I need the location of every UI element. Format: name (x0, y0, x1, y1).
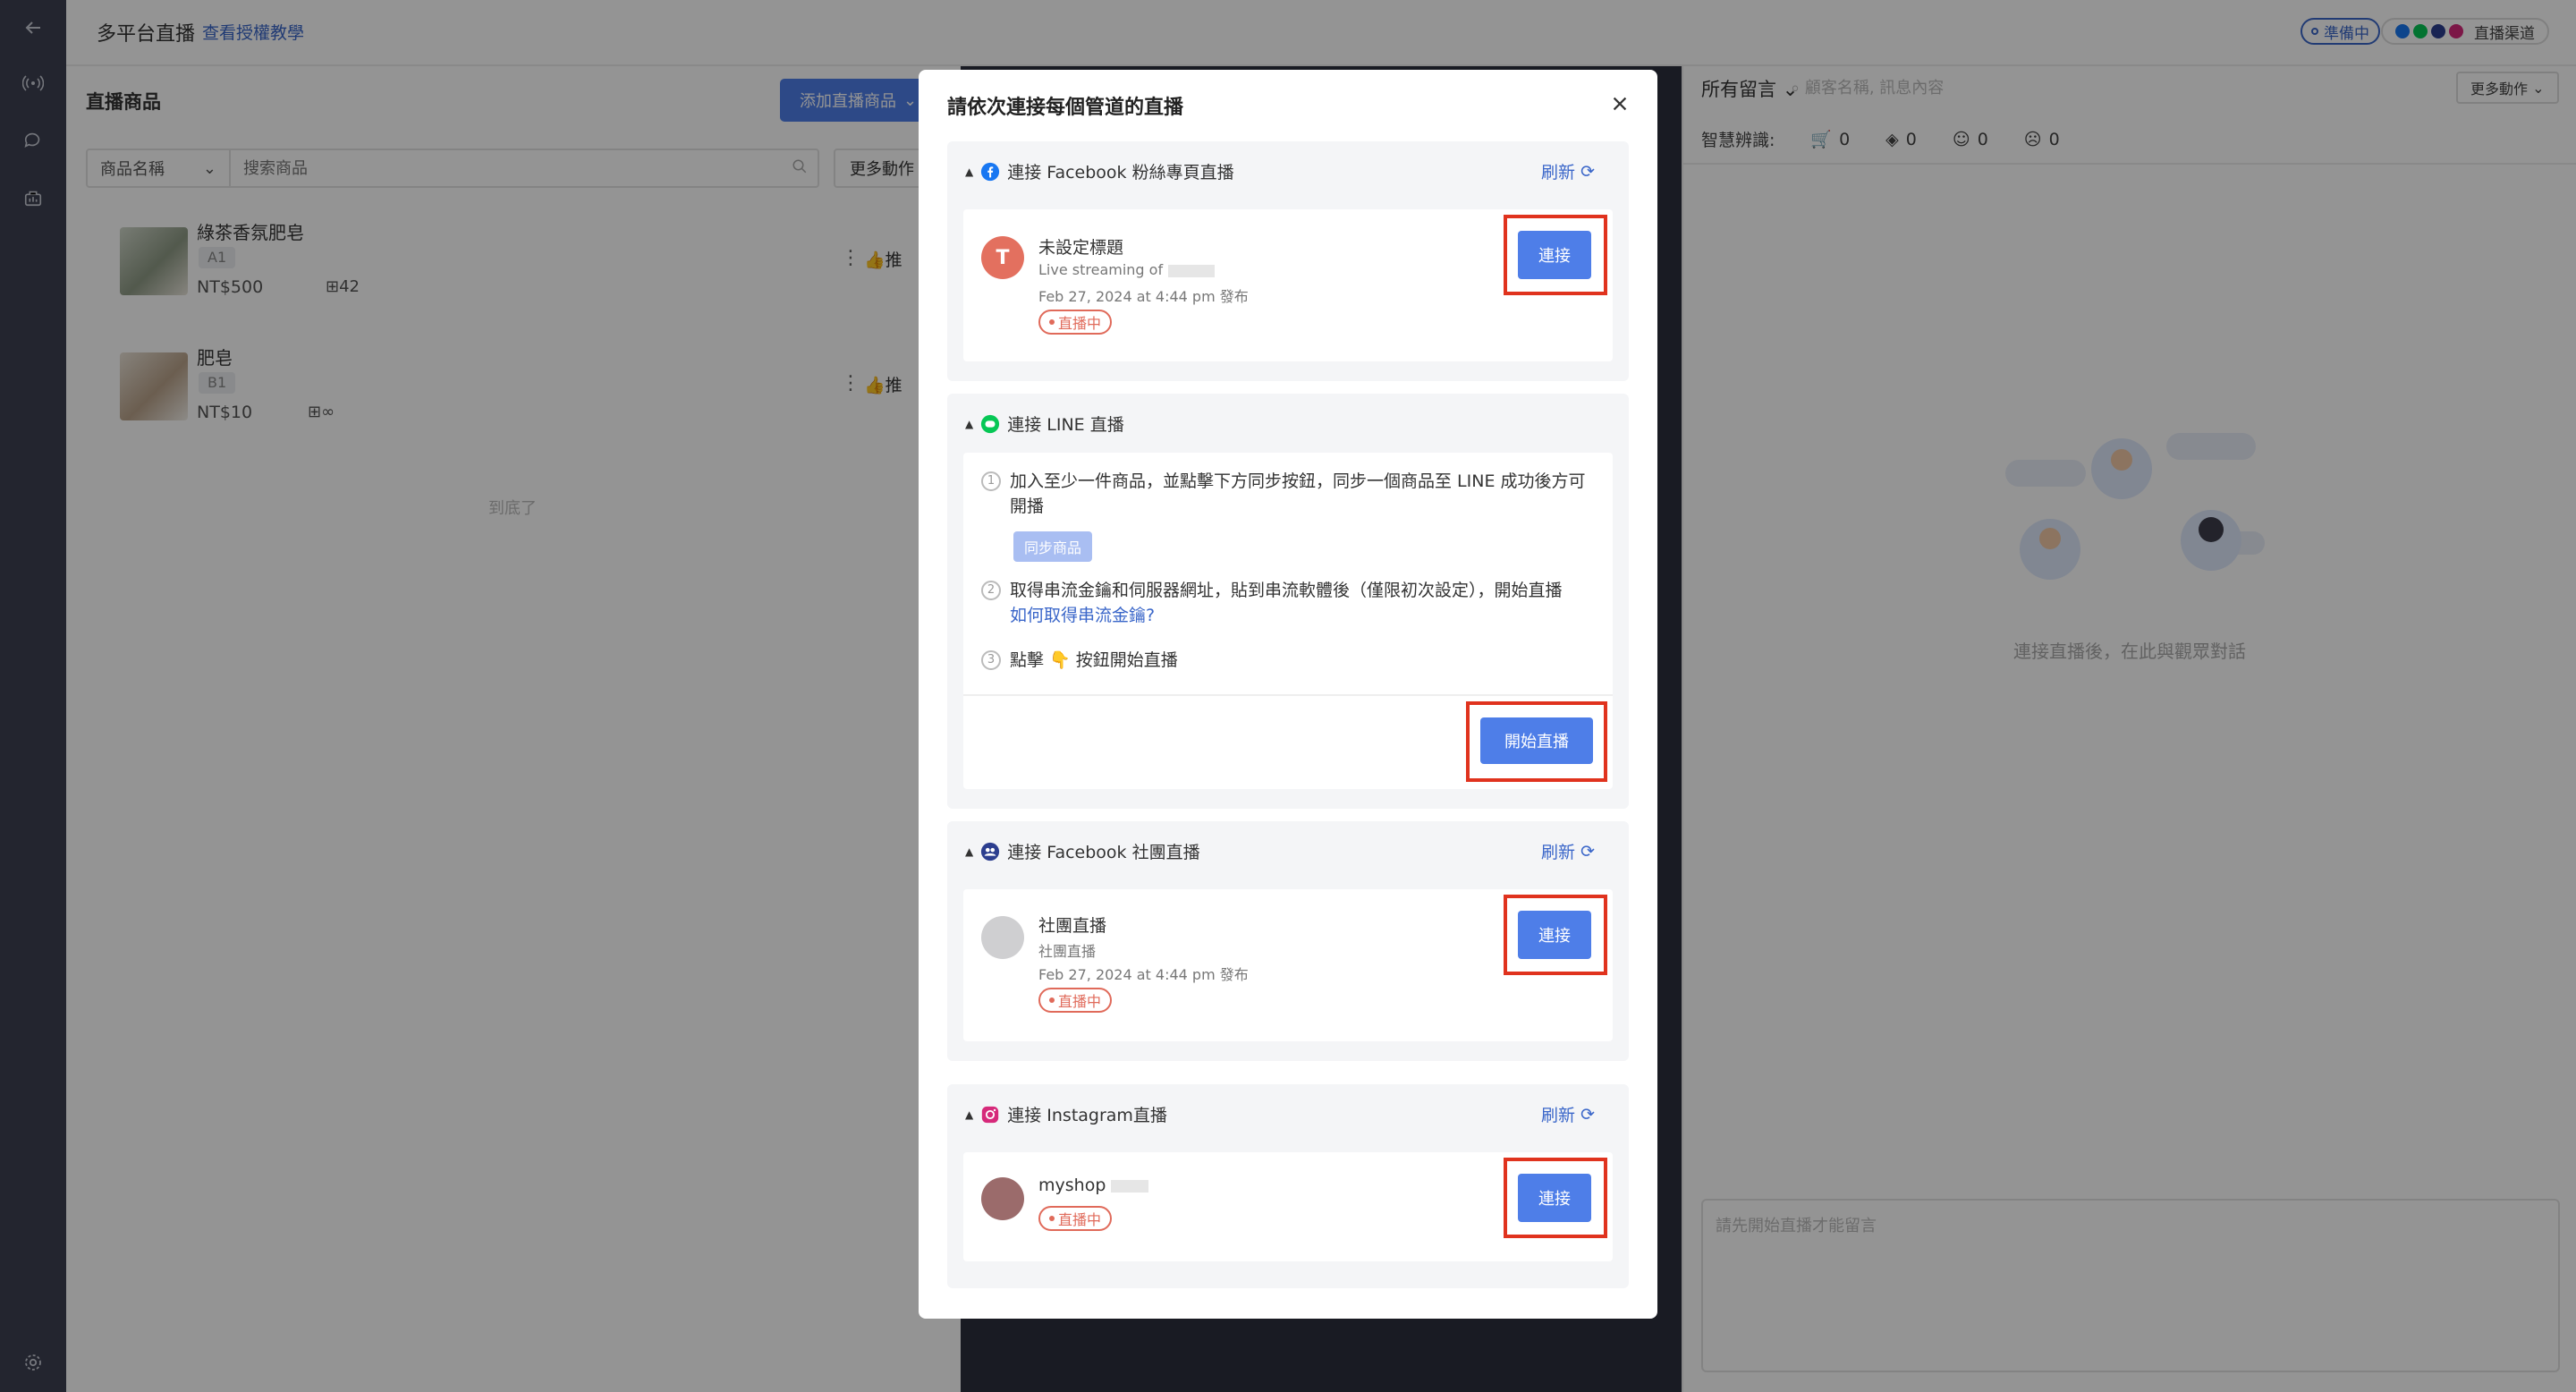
collapse-caret-icon: ▲ (965, 1108, 974, 1121)
collapse-caret-icon: ▲ (965, 845, 974, 858)
step-number: 2 (981, 581, 1001, 600)
live-badge: 直播中 (1038, 988, 1113, 1013)
redacted-text (1168, 264, 1216, 277)
refresh-button[interactable]: 刷新 ⟳ (1541, 839, 1595, 863)
line-step-3-text: 點擊 👇 按鈕開始直播 (1010, 650, 1178, 670)
line-step-1-text: 加入至少一件商品，並點擊下方同步按鈕，同步一個商品至 LINE 成功後方可開播 (1010, 471, 1586, 516)
stream-subtitle: 社團直播 (1038, 943, 1097, 960)
stream-title: 未設定標題 (1038, 238, 1124, 258)
refresh-icon: ⟳ (1580, 841, 1595, 862)
avatar: T (981, 236, 1024, 279)
live-badge-label: 直播中 (1058, 993, 1102, 1010)
avatar (981, 916, 1024, 959)
line-header-label: 連接 LINE 直播 (1007, 415, 1124, 435)
step-number: 3 (981, 650, 1001, 670)
line-steps-card: 1 加入至少一件商品，並點擊下方同步按鈕，同步一個商品至 LINE 成功後方可開… (963, 453, 1613, 789)
stream-card: T 未設定標題 Live streaming of Feb 27, 2024 a… (963, 209, 1613, 361)
stream-card: myshop 直播中 連接 (963, 1152, 1613, 1261)
line-step-3: 3 點擊 👇 按鈕開始直播 (981, 648, 1595, 673)
connect-button[interactable]: 連接 (1518, 911, 1591, 959)
line-step-2: 2 取得串流金鑰和伺服器網址，貼到串流軟體後（僅限初次設定），開始直播 如何取得串… (981, 578, 1595, 628)
stream-key-help-link[interactable]: 如何取得串流金鑰? (1010, 606, 1155, 625)
live-dot-icon (1049, 1216, 1055, 1221)
live-badge-label: 直播中 (1058, 1211, 1102, 1228)
sync-products-button[interactable]: 同步商品 (1013, 531, 1093, 562)
facebook-page-header-label: 連接 Facebook 粉絲專頁直播 (1007, 163, 1234, 182)
refresh-button[interactable]: 刷新 ⟳ (1541, 159, 1595, 183)
facebook-group-section: ▲ 連接 Facebook 社團直播 刷新 ⟳ 社團直播 社團直播 Feb 27,… (947, 821, 1629, 1061)
group-icon (981, 842, 1000, 861)
collapse-caret-icon: ▲ (965, 165, 974, 178)
refresh-label: 刷新 (1541, 1106, 1576, 1125)
live-dot-icon (1049, 997, 1055, 1003)
start-live-button[interactable]: 開始直播 (1480, 717, 1593, 764)
refresh-label: 刷新 (1541, 163, 1576, 182)
connect-button[interactable]: 連接 (1518, 1174, 1591, 1222)
refresh-icon: ⟳ (1580, 1104, 1595, 1125)
instagram-header-label: 連接 Instagram直播 (1007, 1106, 1167, 1125)
refresh-label: 刷新 (1541, 843, 1576, 862)
facebook-icon (981, 162, 1000, 181)
collapse-caret-icon: ▲ (965, 417, 974, 430)
dialog-title: 請依次連接每個管道的直播 (947, 97, 1184, 119)
stream-card: 社團直播 社團直播 Feb 27, 2024 at 4:44 pm 發布 直播中… (963, 889, 1613, 1041)
facebook-group-header-label: 連接 Facebook 社團直播 (1007, 843, 1200, 862)
connect-button[interactable]: 連接 (1518, 231, 1591, 279)
refresh-icon: ⟳ (1580, 161, 1595, 182)
stream-title: 社團直播 (1038, 916, 1107, 936)
stream-title-text: myshop (1038, 1176, 1106, 1195)
stream-subtitle-text: Live streaming of (1038, 261, 1164, 278)
line-step-2-text: 取得串流金鑰和伺服器網址，貼到串流軟體後（僅限初次設定），開始直播 (1010, 581, 1563, 600)
facebook-page-header[interactable]: ▲ 連接 Facebook 粉絲專頁直播 (965, 159, 1234, 183)
close-icon[interactable] (1604, 88, 1636, 120)
line-step-1: 1 加入至少一件商品，並點擊下方同步按鈕，同步一個商品至 LINE 成功後方可開… (981, 469, 1595, 519)
instagram-section: ▲ 連接 Instagram直播 刷新 ⟳ myshop 直播中 連接 (947, 1084, 1629, 1288)
facebook-page-section: ▲ 連接 Facebook 粉絲專頁直播 刷新 ⟳ T 未設定標題 Live st… (947, 141, 1629, 381)
live-dot-icon (1049, 319, 1055, 325)
avatar (981, 1177, 1024, 1220)
instagram-header[interactable]: ▲ 連接 Instagram直播 (965, 1102, 1167, 1126)
divider (963, 694, 1613, 696)
stream-date: Feb 27, 2024 at 4:44 pm 發布 (1038, 966, 1249, 983)
live-badge: 直播中 (1038, 1206, 1113, 1231)
line-icon (981, 414, 1000, 433)
live-badge: 直播中 (1038, 310, 1113, 335)
stream-date: Feb 27, 2024 at 4:44 pm 發布 (1038, 288, 1249, 305)
redacted-text (1111, 1179, 1149, 1193)
refresh-button[interactable]: 刷新 ⟳ (1541, 1102, 1595, 1126)
line-header[interactable]: ▲ 連接 LINE 直播 (965, 412, 1124, 436)
stream-title: myshop (1038, 1176, 1149, 1195)
stream-subtitle: Live streaming of (1038, 261, 1216, 278)
line-section: ▲ 連接 LINE 直播 1 加入至少一件商品，並點擊下方同步按鈕，同步一個商品… (947, 394, 1629, 809)
live-badge-label: 直播中 (1058, 315, 1102, 332)
instagram-icon (982, 1106, 999, 1123)
facebook-group-header[interactable]: ▲ 連接 Facebook 社團直播 (965, 839, 1200, 863)
connect-dialog: 請依次連接每個管道的直播 ▲ 連接 Facebook 粉絲專頁直播 刷新 ⟳ T … (919, 70, 1657, 1319)
step-number: 1 (981, 471, 1001, 491)
